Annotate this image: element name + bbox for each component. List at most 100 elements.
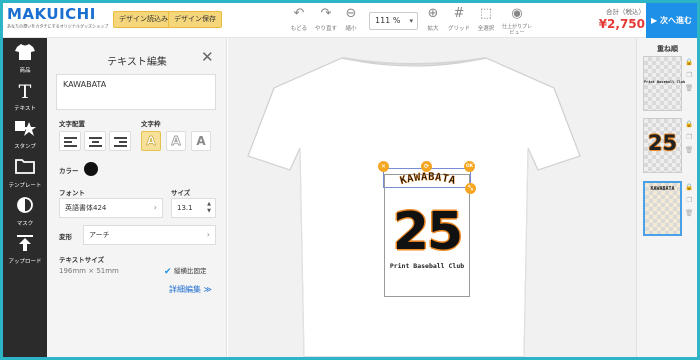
grid-icon: # — [453, 6, 465, 21]
undo-button[interactable]: ↶ もどる — [285, 6, 313, 32]
detail-edit-link[interactable]: 詳細編集 ≫ — [169, 284, 212, 295]
zoom-select[interactable]: 111 % ▾ — [369, 12, 418, 30]
style-label: 文字枠 — [141, 120, 161, 128]
font-value: 英語書体424 — [65, 204, 107, 212]
team-text[interactable]: Print Baseball Club — [384, 262, 470, 270]
sidebar-item-mask[interactable]: マスク — [3, 193, 47, 231]
align-center-button[interactable] — [84, 131, 106, 151]
sidebar-item-label: テンプレート — [8, 183, 42, 189]
rotate-handle[interactable]: ⟳ — [421, 161, 432, 172]
sidebar-item-product[interactable]: 商品 — [3, 40, 47, 78]
align-left-button[interactable] — [59, 131, 81, 151]
layer-text: KAWABATA — [650, 186, 675, 192]
sidebar-item-template[interactable]: テンプレート — [3, 155, 47, 193]
sidebar-item-label: マスク — [16, 221, 34, 227]
next-button[interactable]: ▶ 次へ進む — [646, 3, 697, 38]
close-icon[interactable]: ✕ — [201, 50, 214, 65]
panel-title: テキスト編集 — [107, 57, 167, 68]
transform-value: アーチ — [89, 231, 110, 239]
select-all-label: 全選択 — [477, 26, 495, 32]
layer-item[interactable]: 25 — [643, 118, 682, 173]
color-swatch[interactable] — [84, 162, 98, 176]
size-label: サイズ — [171, 189, 191, 197]
sidebar-item-label: アップロード — [8, 259, 42, 265]
lock-icon[interactable]: 🔒 — [685, 183, 693, 192]
preview-button[interactable]: ◉ 仕上がりプレビュー — [500, 6, 534, 36]
chevron-right-icon: › — [153, 203, 157, 212]
zoom-out-label: 縮小 — [345, 26, 357, 32]
font-label: フォント — [59, 189, 85, 197]
logo-tagline: あなたの想いをカタチにするオリジナルグッズショップ — [7, 24, 109, 30]
copy-icon[interactable]: ❐ — [685, 133, 693, 142]
sidebar-item-label: テキスト — [14, 106, 36, 112]
copy-icon[interactable]: ❐ — [685, 71, 693, 80]
zoom-in-label: 拡大 — [427, 26, 439, 32]
transform-select[interactable]: アーチ › — [83, 225, 216, 245]
layers-title: 重ね順 — [657, 45, 678, 53]
style-shadow-button[interactable]: A — [191, 131, 211, 151]
text-edit-panel: テキスト編集 ✕ KAWABATA 文字配置 文字枠 A A A カラー フォン… — [47, 38, 227, 357]
trash-icon[interactable]: 🗑 — [685, 84, 693, 93]
undo-icon: ↶ — [293, 6, 305, 21]
ok-handle[interactable]: OK — [464, 161, 475, 172]
stamp-icon — [3, 119, 47, 141]
preview-icon: ◉ — [511, 6, 523, 21]
chevron-down-icon: ▾ — [409, 17, 413, 25]
stepper-icon[interactable]: ▲ ▼ — [206, 201, 212, 215]
zoom-out-button[interactable]: ⊖ 縮小 — [337, 6, 365, 32]
text-icon: T — [18, 81, 32, 103]
text-size-label: テキストサイズ — [59, 256, 105, 264]
select-all-button[interactable]: ⬚ 全選択 — [472, 6, 500, 32]
sidebar-item-text[interactable]: T テキスト — [3, 78, 47, 116]
lock-icon[interactable]: 🔒 — [685, 120, 693, 129]
color-label: カラー — [59, 167, 79, 175]
copy-icon[interactable]: ❐ — [685, 196, 693, 205]
style-normal-button[interactable]: A — [141, 131, 161, 151]
mask-icon — [3, 196, 47, 218]
sidebar-item-stamp[interactable]: スタンプ — [3, 116, 47, 154]
resize-handle[interactable]: ⤡ — [465, 183, 476, 194]
grid-label: グリッド — [447, 26, 470, 32]
undo-label: もどる — [290, 26, 308, 32]
lock-icon[interactable]: 🔒 — [685, 58, 693, 67]
total-value: ¥2,750 — [598, 17, 645, 31]
layer-text: Print Baseball Club — [644, 80, 686, 84]
align-label: 文字配置 — [59, 120, 85, 128]
sidebar-item-upload[interactable]: アップロード — [3, 231, 47, 269]
save-design-button[interactable]: デザイン保存 — [168, 11, 222, 28]
chevron-right-icon: › — [206, 230, 210, 239]
total-label: 合計（税込） — [606, 8, 645, 16]
size-input[interactable]: 13.1 ▲ ▼ — [171, 198, 216, 218]
preview-label: 仕上がりプレビュー — [501, 24, 532, 36]
size-value: 13.1 — [177, 204, 193, 212]
delete-handle[interactable]: ✕ — [378, 161, 389, 172]
layer-item[interactable]: Print Baseball Club — [643, 56, 686, 111]
font-select[interactable]: 英語書体424 › — [59, 198, 163, 218]
arch-text: KAWABATA — [399, 171, 457, 188]
lock-ratio-label: 縦横比固定 — [174, 267, 207, 275]
select-all-icon: ⬚ — [479, 6, 493, 21]
zoom-out-icon: ⊖ — [345, 6, 357, 21]
layer-item-selected[interactable]: KAWABATA — [643, 181, 682, 236]
zoom-in-button[interactable]: ⊕ 拡大 — [419, 6, 447, 32]
style-outline-button[interactable]: A — [166, 131, 186, 151]
trash-icon[interactable]: 🗑 — [685, 146, 693, 155]
app-frame: MAKUICHI あなたの想いをカタチにするオリジナルグッズショップ デザイン読… — [3, 3, 697, 357]
number-text[interactable]: 25 — [384, 204, 470, 260]
logo[interactable]: MAKUICHI あなたの想いをカタチにするオリジナルグッズショップ — [7, 5, 108, 35]
grid-button[interactable]: # グリッド — [445, 6, 473, 32]
top-bar: MAKUICHI あなたの想いをカタチにするオリジナルグッズショップ デザイン読… — [3, 3, 697, 38]
svg-text:KAWABATA: KAWABATA — [399, 171, 458, 187]
text-input[interactable]: KAWABATA — [56, 74, 216, 110]
sidebar-item-label: 商品 — [19, 68, 31, 74]
folder-icon — [3, 158, 47, 180]
lock-ratio-checkbox[interactable]: ✔ 縦横比固定 — [164, 265, 207, 277]
load-design-button[interactable]: デザイン読込み — [113, 11, 174, 28]
logo-text: MAKUICHI — [7, 5, 96, 23]
text-size-value: 196mm × 51mm — [59, 267, 119, 275]
upload-icon — [3, 234, 47, 256]
trash-icon[interactable]: 🗑 — [685, 209, 693, 218]
redo-button[interactable]: ↷ やり直す — [312, 6, 340, 32]
tshirt-icon — [3, 43, 47, 65]
align-right-button[interactable] — [109, 131, 131, 151]
